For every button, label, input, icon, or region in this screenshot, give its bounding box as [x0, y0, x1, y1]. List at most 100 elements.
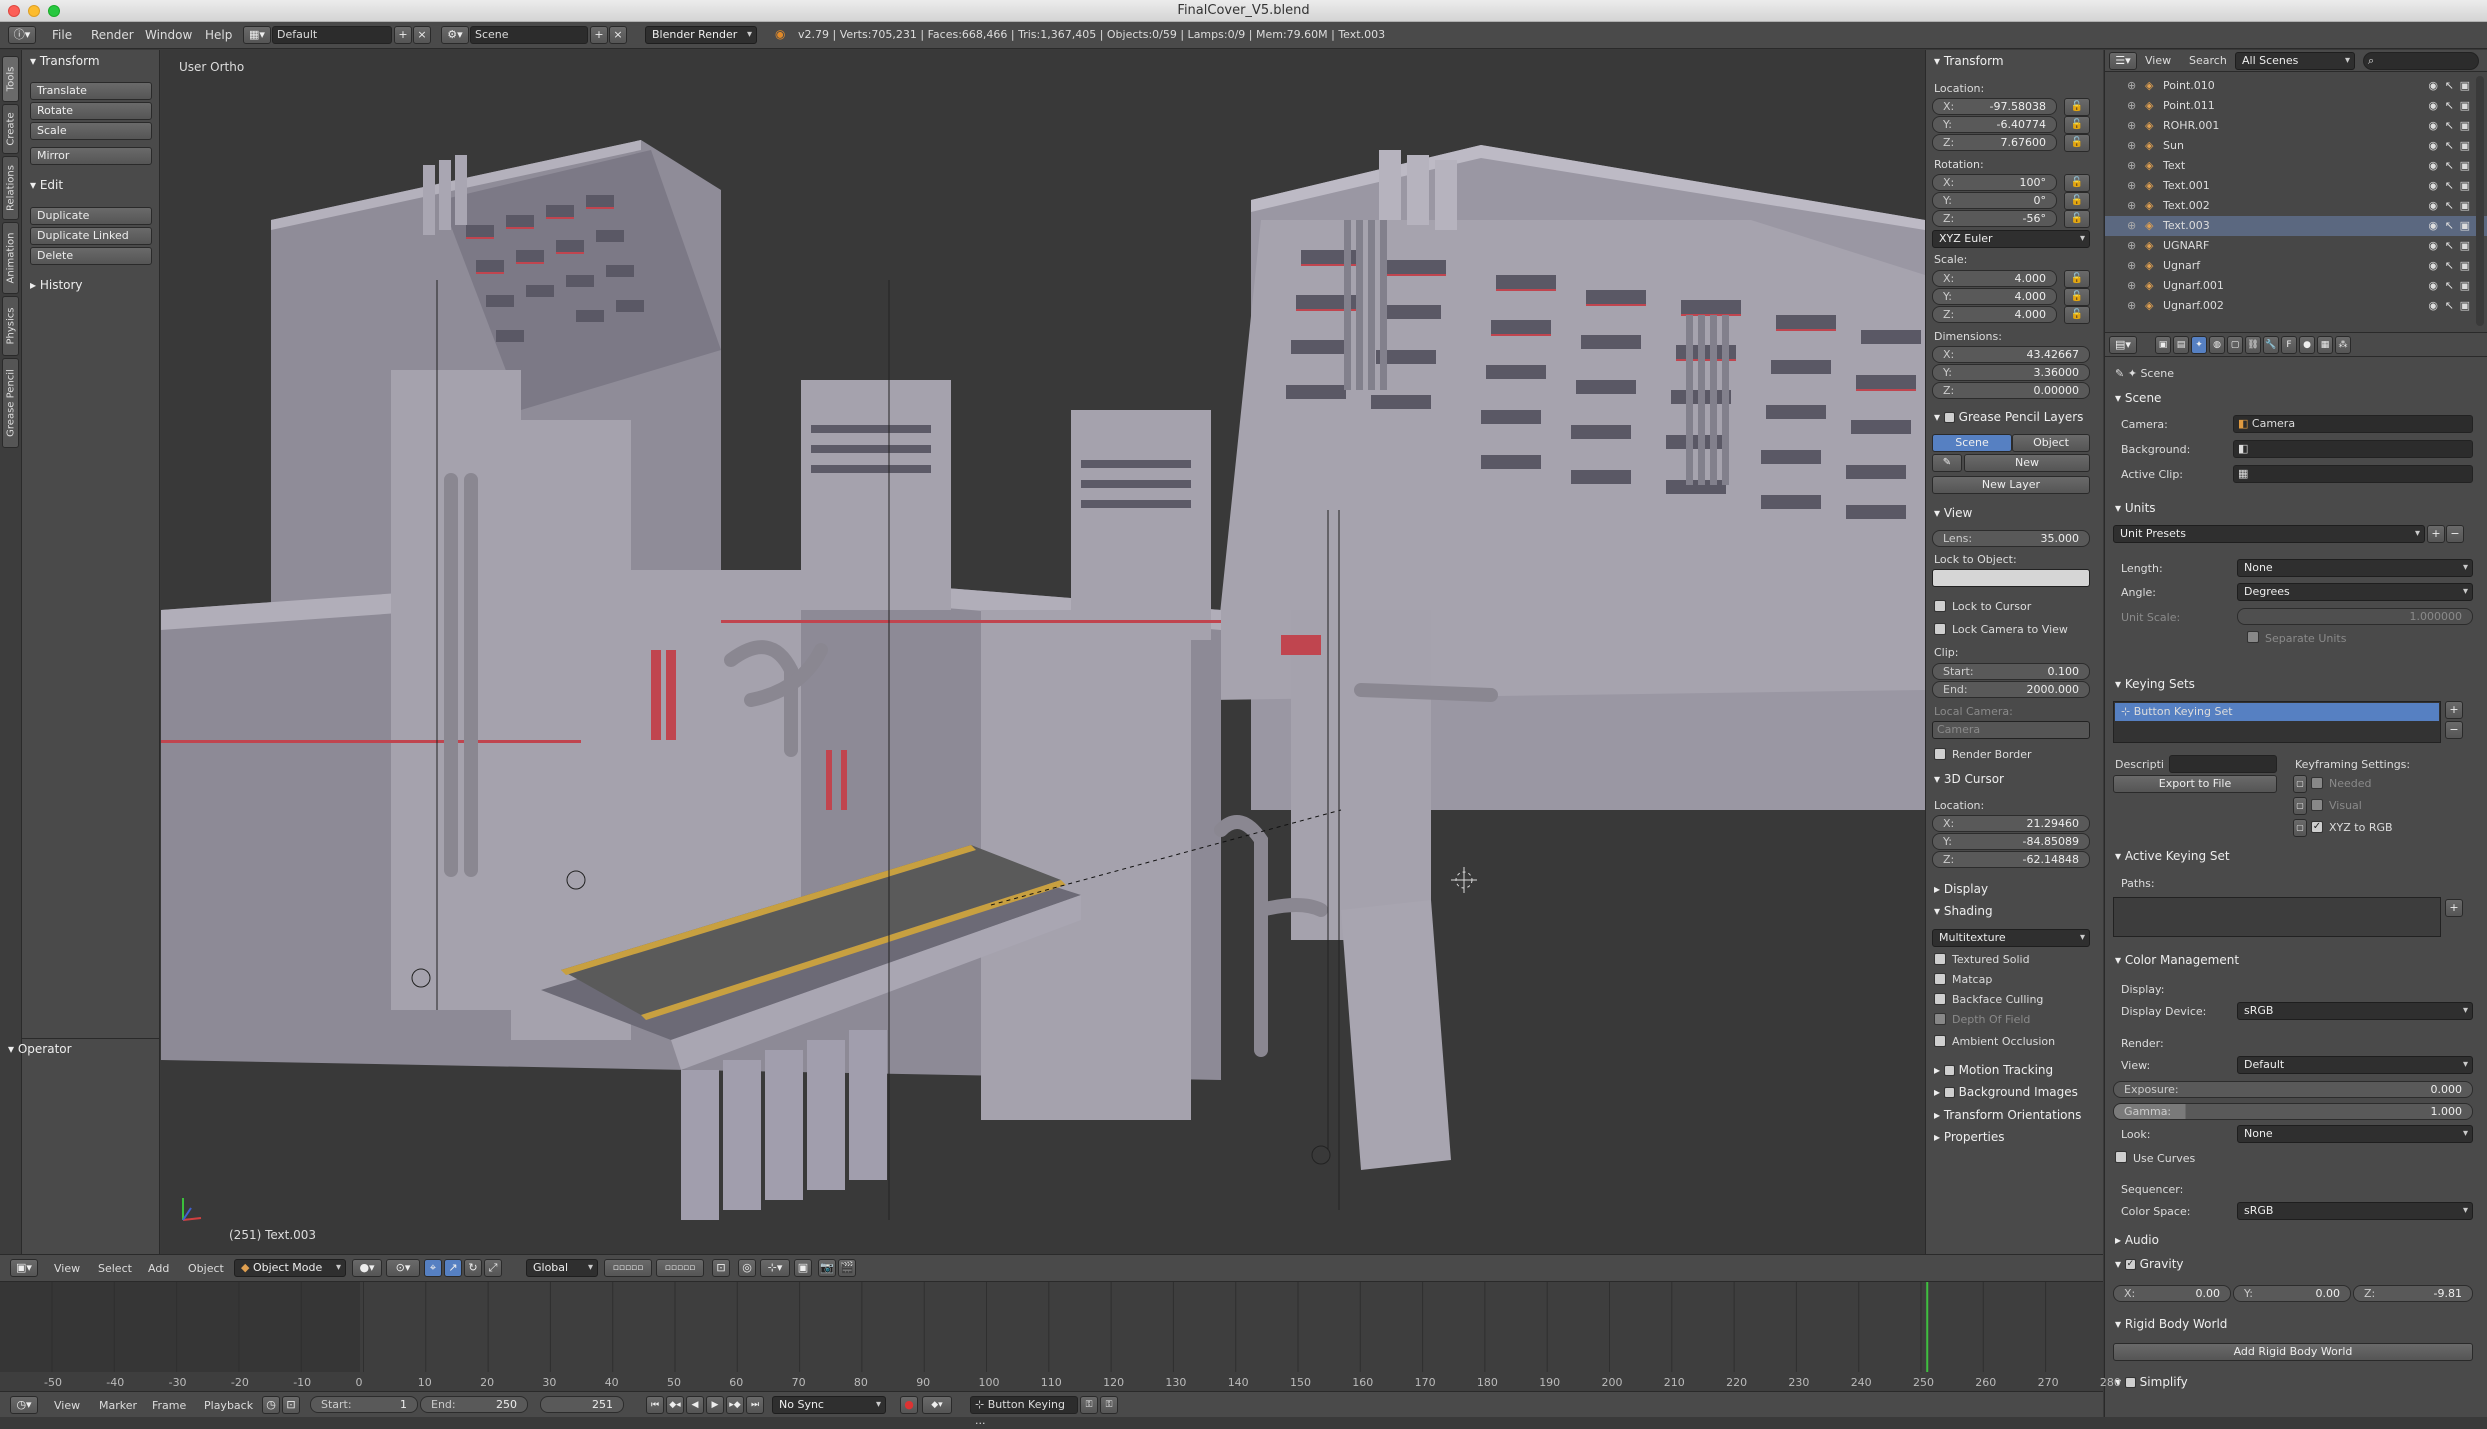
- render-camera-icon[interactable]: ▣: [2460, 156, 2470, 176]
- visual-checkbox[interactable]: [2311, 799, 2323, 811]
- constraints-tab-icon[interactable]: ⛓: [2245, 336, 2261, 354]
- needed-override-icon[interactable]: ▢: [2293, 775, 2307, 793]
- manipulator-toggle-icon[interactable]: ⌖: [424, 1259, 442, 1277]
- tab-create[interactable]: Create: [2, 104, 19, 154]
- dimensions-z-field[interactable]: Z: 0.00000: [1932, 382, 2090, 399]
- viewport-shading-icon[interactable]: ●▾: [352, 1259, 382, 1277]
- render-camera-icon[interactable]: ▣: [2460, 136, 2470, 156]
- 3d-view-editor-icon[interactable]: ▣▾: [10, 1259, 38, 1277]
- scene-add-icon[interactable]: +: [590, 26, 608, 44]
- active-keying-set-header[interactable]: ▾ Active Keying Set: [2115, 849, 2230, 863]
- keying-sets-header[interactable]: ▾ Keying Sets: [2115, 677, 2195, 691]
- scene-selector[interactable]: Scene: [470, 26, 588, 44]
- tab-tools[interactable]: Tools: [2, 56, 19, 102]
- translate-button[interactable]: Translate: [30, 82, 152, 100]
- keying-set-item[interactable]: ⊹ Button Keying Set: [2115, 703, 2439, 721]
- duplicate-button[interactable]: Duplicate: [30, 207, 152, 225]
- xyz-to-rgb-checkbox[interactable]: ✓: [2311, 821, 2323, 833]
- export-to-file-button[interactable]: Export to File: [2113, 775, 2277, 793]
- select-arrow-icon[interactable]: ↖: [2445, 196, 2454, 216]
- texture-tab-icon[interactable]: ▦: [2317, 336, 2333, 354]
- render-camera-icon[interactable]: ▣: [2460, 236, 2470, 256]
- gp-object-tab[interactable]: Object: [2012, 434, 2090, 452]
- dimensions-y-field[interactable]: Y: 3.36000: [1932, 364, 2090, 381]
- tl-menu-frame[interactable]: Frame: [152, 1399, 186, 1412]
- scene-icon[interactable]: ⚙▾: [441, 26, 469, 44]
- gp-new-button[interactable]: New: [1964, 454, 2090, 472]
- rotation-y-field[interactable]: Y: 0°: [1932, 192, 2057, 209]
- vp-menu-view[interactable]: View: [54, 1262, 80, 1275]
- outliner-item[interactable]: ⊕ ◈ Text.002 ◉ ↖ ▣: [2105, 196, 2487, 216]
- keying-remove-icon[interactable]: −: [2445, 721, 2463, 739]
- gp-pencil-icon[interactable]: ✎: [1932, 454, 1962, 472]
- scale-z-field[interactable]: Z: 4.000: [1932, 306, 2057, 323]
- visibility-icon[interactable]: ◉: [2428, 156, 2438, 176]
- render-camera-icon[interactable]: ▣: [2460, 96, 2470, 116]
- visual-override-icon[interactable]: ▢: [2293, 797, 2307, 815]
- menu-window[interactable]: Window: [145, 28, 192, 42]
- lock-cursor-checkbox[interactable]: [1934, 600, 1946, 612]
- audio-header[interactable]: ▸ Audio: [2115, 1233, 2159, 1247]
- cm-view-select[interactable]: Default: [2237, 1056, 2473, 1074]
- gravity-toggle[interactable]: ✓: [2124, 1259, 2136, 1270]
- 3d-viewport[interactable]: User Ortho (251) Text.003: [161, 50, 1925, 1254]
- lock-object-field[interactable]: [1932, 569, 2090, 587]
- gravity-z-field[interactable]: Z: -9.81: [2353, 1285, 2473, 1302]
- outliner-item[interactable]: ⊕ ◈ Ugnarf.001 ◉ ↖ ▣: [2105, 276, 2487, 296]
- ambient-occlusion-checkbox[interactable]: [1934, 1035, 1946, 1047]
- outliner-item[interactable]: ⊕ ◈ ROHR.001 ◉ ↖ ▣: [2105, 116, 2487, 136]
- transform-properties-header[interactable]: ▾ Transform: [1934, 54, 2004, 68]
- render-border-checkbox[interactable]: [1934, 748, 1946, 760]
- units-panel-header[interactable]: ▾ Units: [2115, 501, 2156, 515]
- pivot-point-icon[interactable]: ⊙▾: [386, 1259, 420, 1277]
- render-engine-select[interactable]: Blender Render: [645, 26, 757, 44]
- expand-icon[interactable]: ⊕: [2127, 116, 2136, 136]
- select-arrow-icon[interactable]: ↖: [2445, 296, 2454, 316]
- expand-icon[interactable]: ⊕: [2127, 216, 2136, 236]
- cursor-z-field[interactable]: Z: -62.14848: [1932, 851, 2090, 868]
- lock-layers-icon[interactable]: ⊡: [712, 1259, 730, 1277]
- transform-orientations-header[interactable]: ▸ Transform Orientations: [1934, 1108, 2081, 1122]
- motion-tracking-header[interactable]: ▸ Motion Tracking: [1934, 1063, 2053, 1077]
- shading-header[interactable]: ▾ Shading: [1934, 904, 1993, 918]
- select-arrow-icon[interactable]: ↖: [2445, 76, 2454, 96]
- layout-grid-icon[interactable]: ▦▾: [243, 26, 271, 44]
- gravity-y-field[interactable]: Y: 0.00: [2233, 1285, 2351, 1302]
- location-z-field[interactable]: Z: 7.67600: [1932, 134, 2057, 151]
- translate-manipulator-icon[interactable]: ↗: [444, 1259, 462, 1277]
- record-icon[interactable]: ●: [900, 1396, 918, 1414]
- modifiers-tab-icon[interactable]: 🔧: [2263, 336, 2279, 354]
- length-select[interactable]: None: [2237, 559, 2473, 577]
- expand-icon[interactable]: ⊕: [2127, 156, 2136, 176]
- tab-relations[interactable]: Relations: [2, 156, 19, 220]
- exposure-slider[interactable]: Exposure: 0.000: [2113, 1081, 2473, 1098]
- timeline-editor[interactable]: -50 -40 -30 -20 -10 0 10 20 30 40 50 60 70 80 90 100 110…: [0, 1281, 2121, 1391]
- timeline-editor-icon[interactable]: ◷▾: [10, 1396, 38, 1414]
- rotate-button[interactable]: Rotate: [30, 102, 152, 120]
- gravity-x-field[interactable]: X: 0.00: [2113, 1285, 2231, 1302]
- outliner-scope-select[interactable]: All Scenes: [2235, 52, 2355, 70]
- start-frame-field[interactable]: Start: 1: [310, 1396, 418, 1413]
- edit-panel-header[interactable]: ▾ Edit: [30, 178, 63, 192]
- simplify-toggle[interactable]: [2124, 1377, 2136, 1388]
- select-arrow-icon[interactable]: ↖: [2445, 276, 2454, 296]
- rotation-z-field[interactable]: Z: -56°: [1932, 210, 2057, 227]
- location-y-field[interactable]: Y: -6.40774: [1932, 116, 2057, 133]
- properties-editor-icon[interactable]: ▤▾: [2109, 336, 2137, 354]
- material-tab-icon[interactable]: ●: [2299, 336, 2315, 354]
- visibility-icon[interactable]: ◉: [2428, 76, 2438, 96]
- visibility-icon[interactable]: ◉: [2428, 176, 2438, 196]
- unit-presets-select[interactable]: Unit Presets: [2113, 525, 2425, 543]
- outliner-editor-icon[interactable]: ☰▾: [2109, 52, 2137, 70]
- simplify-header[interactable]: ▾ Simplify: [2115, 1375, 2188, 1389]
- rotate-manipulator-icon[interactable]: ↻: [464, 1259, 482, 1277]
- textured-solid-checkbox[interactable]: [1934, 953, 1946, 965]
- clip-start-field[interactable]: Start: 0.100: [1932, 663, 2090, 680]
- render-camera-icon[interactable]: ▣: [2460, 216, 2470, 236]
- vp-menu-add[interactable]: Add: [148, 1262, 169, 1275]
- motion-tracking-toggle[interactable]: [1943, 1065, 1955, 1076]
- select-arrow-icon[interactable]: ↖: [2445, 236, 2454, 256]
- proportional-edit-icon[interactable]: ◎: [738, 1259, 756, 1277]
- backface-culling-checkbox[interactable]: [1934, 993, 1946, 1005]
- visibility-icon[interactable]: ◉: [2428, 296, 2438, 316]
